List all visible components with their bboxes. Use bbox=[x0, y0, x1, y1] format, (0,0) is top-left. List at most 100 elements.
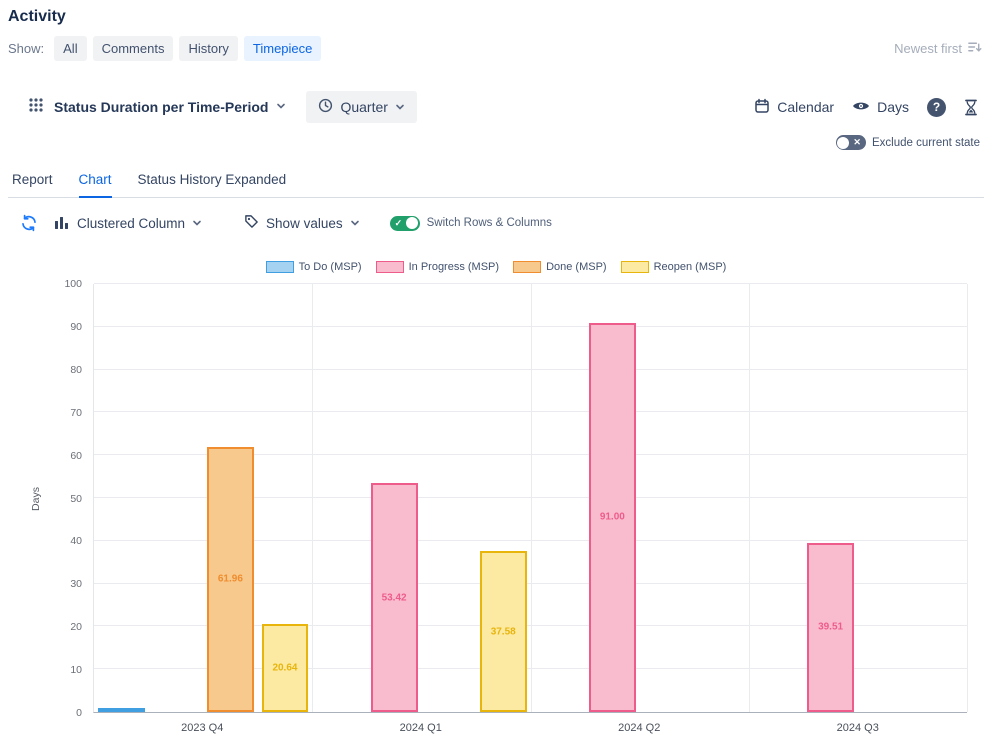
bar: 53.42 bbox=[371, 483, 418, 712]
y-tick-label: 80 bbox=[70, 364, 82, 376]
bar: 91.00 bbox=[589, 323, 636, 712]
bar: 20.64 bbox=[262, 624, 309, 712]
chart-toolbar: Clustered Column Show values ✓ Switch Ro… bbox=[8, 214, 984, 232]
show-values-label: Show values bbox=[266, 216, 343, 231]
report-type-dropdown[interactable]: Status Duration per Time-Period bbox=[54, 98, 286, 116]
chevron-down-icon bbox=[395, 99, 405, 115]
bar: 39.51 bbox=[807, 543, 854, 712]
view-tabs: Report Chart Status History Expanded bbox=[8, 166, 984, 198]
filter-all-button[interactable]: All bbox=[54, 36, 86, 61]
bar bbox=[98, 708, 145, 712]
grid-icon bbox=[28, 97, 44, 118]
page-title: Activity bbox=[8, 6, 984, 36]
activity-filter-bar: Show: All Comments History Timepiece New… bbox=[8, 36, 984, 61]
hourglass-icon[interactable] bbox=[964, 99, 978, 116]
bar-value-label: 20.64 bbox=[252, 662, 319, 673]
switch-rows-columns-control: ✓ Switch Rows & Columns bbox=[390, 216, 552, 231]
y-tick-label: 30 bbox=[70, 578, 82, 590]
x-axis-labels: 2023 Q42024 Q12024 Q22024 Q3 bbox=[93, 713, 967, 737]
y-tick-label: 60 bbox=[70, 450, 82, 462]
bar-value-label: 37.58 bbox=[470, 626, 537, 637]
y-tick-label: 20 bbox=[70, 621, 82, 633]
toggle-off-x-icon: ✕ bbox=[853, 135, 861, 150]
y-axis-ticks: 0102030405060708090100 bbox=[8, 284, 86, 713]
x-tick-label: 2024 Q2 bbox=[530, 722, 749, 734]
calendar-label: Calendar bbox=[777, 99, 834, 115]
legend-item[interactable]: Done (MSP) bbox=[513, 261, 607, 273]
period-dropdown[interactable]: Quarter bbox=[306, 91, 416, 123]
eye-icon bbox=[852, 99, 870, 115]
legend-swatch bbox=[621, 261, 649, 273]
chart-type-dropdown[interactable]: Clustered Column bbox=[54, 215, 202, 232]
y-tick-label: 50 bbox=[70, 493, 82, 505]
legend-item[interactable]: In Progress (MSP) bbox=[376, 261, 499, 273]
y-tick-label: 70 bbox=[70, 407, 82, 419]
toggle-knob bbox=[837, 137, 849, 149]
toggle-knob bbox=[406, 217, 418, 229]
exclude-current-state-row: ✕ Exclude current state bbox=[8, 135, 984, 150]
bar-value-label: 61.96 bbox=[197, 574, 264, 585]
calendar-icon bbox=[754, 98, 770, 117]
y-tick-label: 90 bbox=[70, 321, 82, 333]
units-days-button[interactable]: Days bbox=[852, 99, 909, 115]
exclude-current-state-label: Exclude current state bbox=[872, 137, 980, 149]
chevron-down-icon bbox=[276, 98, 286, 116]
plot-area: 53.4291.0039.5161.9620.6437.58 bbox=[93, 284, 967, 713]
chart-legend: To Do (MSP) In Progress (MSP) Done (MSP) Re… bbox=[8, 258, 984, 276]
sort-order-label: Newest first bbox=[894, 41, 962, 56]
legend-label: Done (MSP) bbox=[546, 261, 607, 273]
y-tick-label: 10 bbox=[70, 664, 82, 676]
y-tick-label: 100 bbox=[64, 278, 82, 290]
exclude-current-state-toggle[interactable]: ✕ bbox=[836, 135, 866, 150]
gridline-vertical bbox=[312, 284, 313, 712]
bar-value-label: 53.42 bbox=[361, 592, 428, 603]
tag-icon bbox=[244, 214, 259, 232]
tab-status-history-expanded[interactable]: Status History Expanded bbox=[138, 166, 287, 197]
calendar-button[interactable]: Calendar bbox=[754, 98, 834, 117]
bar-value-label: 39.51 bbox=[797, 622, 864, 633]
period-label: Quarter bbox=[340, 99, 387, 115]
toggle-on-check-icon: ✓ bbox=[395, 216, 403, 231]
tab-chart[interactable]: Chart bbox=[79, 166, 112, 198]
gridline-vertical bbox=[967, 284, 968, 712]
filter-history-button[interactable]: History bbox=[179, 36, 237, 61]
filter-comments-button[interactable]: Comments bbox=[93, 36, 174, 61]
chevron-down-icon bbox=[192, 216, 202, 231]
x-tick-label: 2024 Q3 bbox=[749, 722, 968, 734]
bar-value-label: 91.00 bbox=[579, 512, 646, 523]
sort-order-control[interactable]: Newest first bbox=[894, 40, 984, 57]
legend-label: Reopen (MSP) bbox=[654, 261, 727, 273]
chart-type-label: Clustered Column bbox=[77, 216, 185, 231]
gridline-vertical bbox=[531, 284, 532, 712]
switch-rows-columns-toggle[interactable]: ✓ bbox=[390, 216, 420, 231]
x-tick-label: 2024 Q1 bbox=[312, 722, 531, 734]
chart-region: To Do (MSP) In Progress (MSP) Done (MSP) Re… bbox=[8, 258, 984, 737]
clock-icon bbox=[318, 98, 333, 116]
days-label: Days bbox=[877, 99, 909, 115]
legend-swatch bbox=[376, 261, 404, 273]
legend-label: In Progress (MSP) bbox=[409, 261, 499, 273]
filter-timepiece-button[interactable]: Timepiece bbox=[244, 36, 321, 61]
bar: 37.58 bbox=[480, 551, 527, 712]
tab-report[interactable]: Report bbox=[12, 166, 53, 197]
sort-descending-icon bbox=[967, 40, 982, 57]
y-tick-label: 0 bbox=[76, 707, 82, 719]
legend-item[interactable]: Reopen (MSP) bbox=[621, 261, 727, 273]
legend-swatch bbox=[266, 261, 294, 273]
gridline-vertical bbox=[749, 284, 750, 712]
toolbar-right-tools: Calendar Days ? bbox=[754, 98, 978, 117]
x-tick-label: 2023 Q4 bbox=[93, 722, 312, 734]
legend-label: To Do (MSP) bbox=[299, 261, 362, 273]
help-icon[interactable]: ? bbox=[927, 98, 946, 117]
chevron-down-icon bbox=[350, 216, 360, 231]
activity-panel: Activity Show: All Comments History Time… bbox=[0, 0, 992, 745]
switch-rows-columns-label: Switch Rows & Columns bbox=[427, 217, 552, 229]
bar: 61.96 bbox=[207, 447, 254, 712]
legend-item[interactable]: To Do (MSP) bbox=[266, 261, 362, 273]
y-tick-label: 40 bbox=[70, 535, 82, 547]
bar-chart-icon bbox=[54, 215, 70, 232]
plot-row: Days 0102030405060708090100 53.4291.0039… bbox=[8, 284, 984, 713]
show-label: Show: bbox=[8, 41, 44, 56]
show-values-dropdown[interactable]: Show values bbox=[244, 214, 360, 232]
refresh-button[interactable] bbox=[20, 214, 38, 232]
